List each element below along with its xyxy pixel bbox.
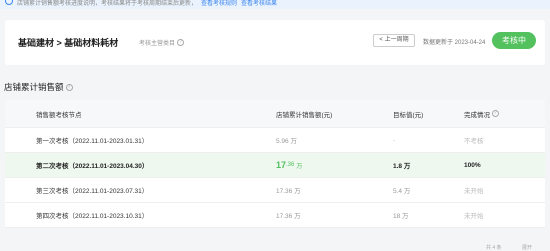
category-title: 基础建材 > 基础材料耗材 (18, 38, 119, 48)
node-cell: 第三次考核（2022.11.01-2023.07.31） (36, 188, 149, 195)
table-row: 第三次考核（2022.11.01-2023.07.31） 17.36 万 5.4… (5, 178, 545, 203)
section-title-text: 店铺累计销售额 (4, 82, 64, 92)
sales-cell: 17.36 万 (276, 188, 301, 195)
table-row: 第一次考核（2022.11.01-2023.01.31） 5.96 万 - 不考… (5, 128, 545, 153)
notice-text: 店铺累计销售额考核进度说明，考核结果将于考核周期结束后更新， 查看考核规则 查看考核… (17, 1, 278, 7)
rule-link[interactable]: 查看考核规则 (201, 1, 237, 7)
status-cell: 未开始 (464, 188, 484, 195)
help-icon[interactable]: ? (177, 39, 185, 46)
header-node: 销售额考核节点 (36, 111, 82, 119)
node-cell: 第一次考核（2022.11.01-2023.01.31） (36, 138, 149, 145)
sales-cell: 17.36 万 (276, 153, 302, 177)
table-row: 第四次考核（2022.11.01-2023.10.31） 17.36 万 18 … (5, 203, 545, 228)
sales-cell: 17.36 万 (276, 213, 301, 220)
result-link[interactable]: 查看考核结果 (241, 1, 277, 7)
category-subtitle: 考核主营类目 ? (139, 38, 185, 47)
status-button[interactable]: 考核中 (492, 32, 536, 49)
sales-cell: 5.96 万 (276, 138, 297, 145)
target-cell: 1.8 万 (393, 163, 411, 170)
sales-unit: 万 (296, 163, 303, 170)
expand-link[interactable]: 展开 (522, 244, 532, 251)
row-count: 共 4 条 (486, 245, 502, 251)
sales-decimal: .36 (286, 162, 295, 168)
header-sales: 店铺累计销售额(元) (276, 111, 333, 119)
help-icon[interactable]: ? (491, 110, 499, 117)
target-cell: - (393, 136, 396, 144)
table-header: 销售额考核节点 店铺累计销售额(元) 目标值(元) 完成情况 ? (5, 100, 545, 128)
table-row: 第二次考核（2022.11.01-2023.04.30） 17.36 万 1.8 … (5, 153, 545, 178)
sales-table: 销售额考核节点 店铺累计销售额(元) 目标值(元) 完成情况 ? 第一次考核（2… (5, 100, 545, 228)
info-icon (5, 0, 13, 5)
prev-period-button[interactable]: < 上一周期 (373, 34, 415, 47)
notice-bar: 店铺累计销售额考核进度说明，考核结果将于考核周期结束后更新， 查看考核规则 查看考核… (0, 0, 550, 9)
header-target: 目标值(元) (393, 111, 424, 119)
help-icon[interactable]: ? (65, 83, 73, 91)
sales-value: 17 (276, 160, 287, 170)
update-time: 数据更新于 2023-04-24 (423, 40, 486, 46)
target-cell: 18 万 (393, 213, 409, 220)
node-cell: 第四次考核（2022.11.01-2023.10.31） (36, 213, 149, 220)
target-cell: 5.4 万 (393, 188, 411, 195)
node-cell: 第二次考核（2022.11.01-2023.04.30） (36, 163, 149, 170)
status-cell: 不考核 (464, 138, 484, 145)
status-cell: 100% (464, 161, 481, 169)
status-cell: 未开始 (464, 213, 484, 220)
category-card: 基础建材 > 基础材料耗材 考核主营类目 ? < 上一周期 数据更新于 2023… (5, 20, 545, 65)
header-status-text: 完成情况 (464, 111, 490, 119)
subtitle-text: 考核主营类目 (139, 41, 176, 47)
header-status: 完成情况 ? (464, 100, 499, 127)
section-title: 店铺累计销售额 ? (4, 81, 73, 93)
